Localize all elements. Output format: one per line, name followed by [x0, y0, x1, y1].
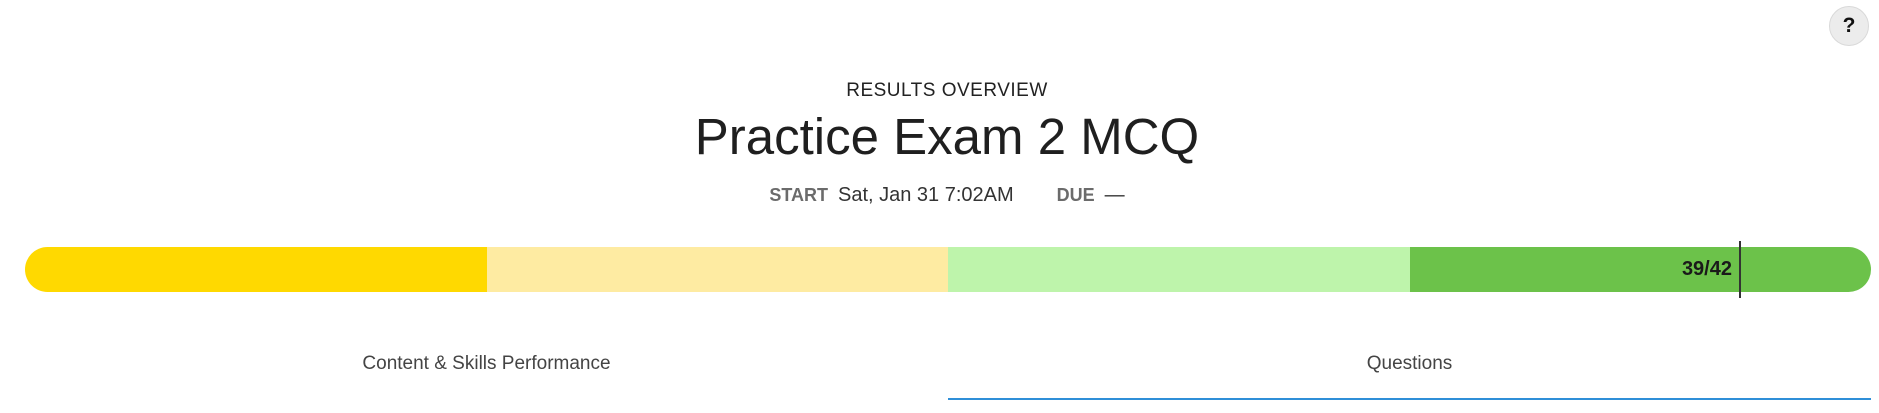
score-band-3: [948, 247, 1410, 292]
help-button[interactable]: ?: [1829, 6, 1869, 46]
score-band-4: [1409, 247, 1871, 292]
score-band-2: [486, 247, 948, 292]
due-value: —: [1104, 184, 1125, 206]
due-label: DUE: [1056, 185, 1095, 205]
help-icon: ?: [1842, 14, 1856, 37]
score-band-1: [25, 247, 487, 292]
results-tabs: Content & Skills Performance Questions: [25, 340, 1871, 400]
tab-questions[interactable]: Questions: [948, 340, 1871, 400]
start-label: START: [769, 185, 828, 205]
exam-dates: START Sat, Jan 31 7:02AM DUE —: [0, 184, 1879, 207]
score-progress-bar: [25, 247, 1871, 292]
results-overview-label: RESULTS OVERVIEW: [846, 80, 1048, 101]
score-marker: [1739, 241, 1741, 298]
tab-content-skills-performance[interactable]: Content & Skills Performance: [25, 340, 948, 400]
score-label: 39/42: [1681, 258, 1732, 280]
page-title: Practice Exam 2 MCQ: [694, 108, 1200, 165]
start-value: Sat, Jan 31 7:02AM: [837, 184, 1014, 206]
